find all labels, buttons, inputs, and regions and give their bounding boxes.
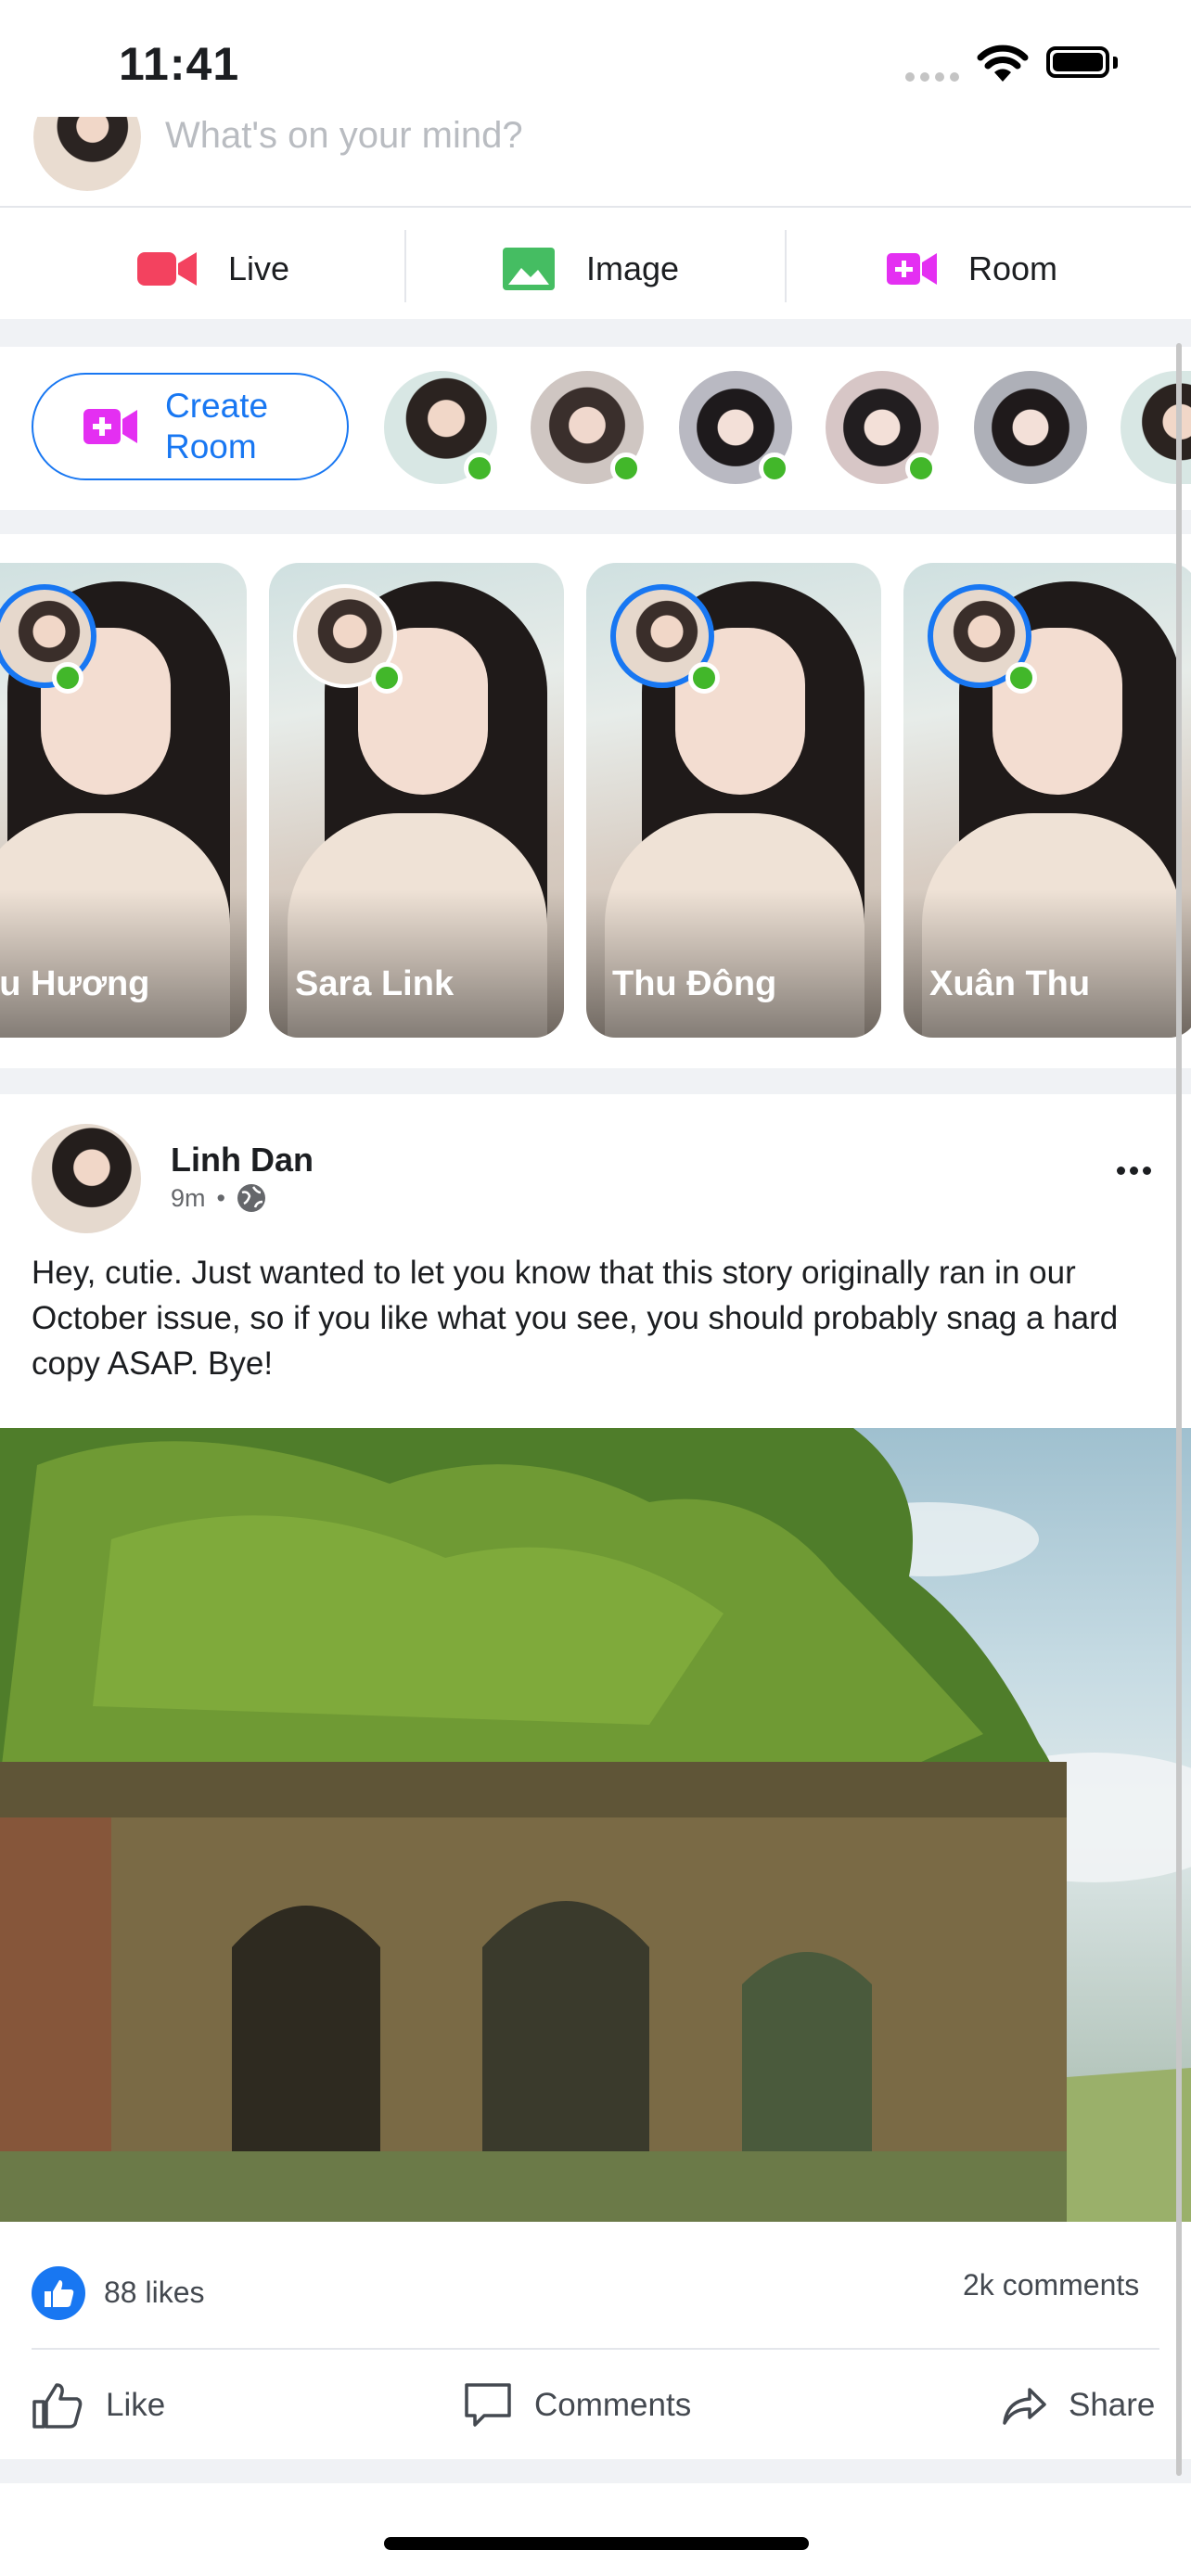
share-label: Share	[1069, 2387, 1156, 2423]
comments-count[interactable]: 2k comments	[963, 2268, 1139, 2302]
scrollbar[interactable]	[1176, 343, 1182, 2476]
story-name: Thu Đông	[612, 964, 777, 1003]
like-label: Like	[106, 2387, 166, 2423]
meta-separator: •	[216, 1183, 225, 1212]
divider	[785, 230, 787, 302]
home-indicator[interactable]	[384, 2537, 809, 2550]
online-indicator	[52, 662, 83, 694]
like-button[interactable]: Like	[32, 2368, 165, 2442]
live-button[interactable]: Live	[137, 232, 289, 306]
section-gap	[0, 2459, 1191, 2483]
likes-count[interactable]: 88 likes	[104, 2276, 205, 2310]
section-gap	[0, 1068, 1191, 1094]
section-gap	[0, 510, 1191, 534]
post-photo-illustration	[0, 1428, 1191, 2222]
image-label: Image	[586, 249, 680, 287]
live-label: Live	[228, 249, 290, 287]
comments-label: Comments	[534, 2387, 692, 2423]
post-author-avatar[interactable]	[32, 1124, 141, 1233]
create-room-button[interactable]: Create Room	[32, 373, 349, 480]
status-time: 11:41	[119, 38, 240, 90]
video-plus-icon	[83, 409, 137, 444]
share-button[interactable]: Share	[1002, 2368, 1155, 2442]
divider	[404, 230, 406, 302]
room-button[interactable]: Room	[887, 232, 1057, 306]
battery-icon	[1046, 46, 1109, 78]
online-indicator	[464, 453, 495, 484]
create-room-label: Create Room	[165, 387, 269, 465]
thumbs-up-icon	[32, 2383, 83, 2429]
story-name: Sara Link	[295, 964, 455, 1003]
room-avatar[interactable]	[974, 371, 1087, 484]
online-indicator	[759, 453, 790, 484]
image-icon	[503, 248, 555, 290]
image-button[interactable]: Image	[503, 232, 679, 306]
share-icon	[1003, 2388, 1046, 2425]
story-name: hu Hương	[0, 964, 150, 1003]
cellular-signal-icon	[905, 72, 961, 83]
more-options-icon[interactable]	[1117, 1167, 1151, 1175]
wifi-icon	[977, 45, 1029, 82]
online-indicator	[688, 662, 720, 694]
like-reaction-icon	[32, 2266, 85, 2320]
comment-icon	[465, 2383, 511, 2427]
online-indicator	[1005, 662, 1037, 694]
post-author-name[interactable]: Linh Dan	[171, 1141, 314, 1180]
comments-button[interactable]: Comments	[464, 2368, 691, 2442]
divider	[0, 206, 1191, 208]
online-indicator	[371, 662, 403, 694]
post-text: Hey, cutie. Just wanted to let you know …	[32, 1255, 1119, 1382]
post-time: 9m	[171, 1183, 206, 1212]
online-indicator	[905, 453, 937, 484]
composer-input[interactable]: What's on your mind?	[165, 115, 523, 157]
room-label: Room	[968, 249, 1058, 287]
post-image[interactable]	[0, 1428, 1191, 2222]
video-camera-icon	[137, 252, 197, 286]
globe-icon	[237, 1184, 265, 1212]
online-indicator	[610, 453, 642, 484]
video-plus-icon	[887, 253, 937, 285]
story-name: Xuân Thu	[929, 964, 1091, 1003]
battery-cap	[1113, 57, 1118, 69]
post-meta: 9m •	[171, 1183, 266, 1213]
section-gap	[0, 319, 1191, 347]
divider	[32, 2348, 1159, 2350]
composer-avatar[interactable]	[33, 117, 141, 191]
